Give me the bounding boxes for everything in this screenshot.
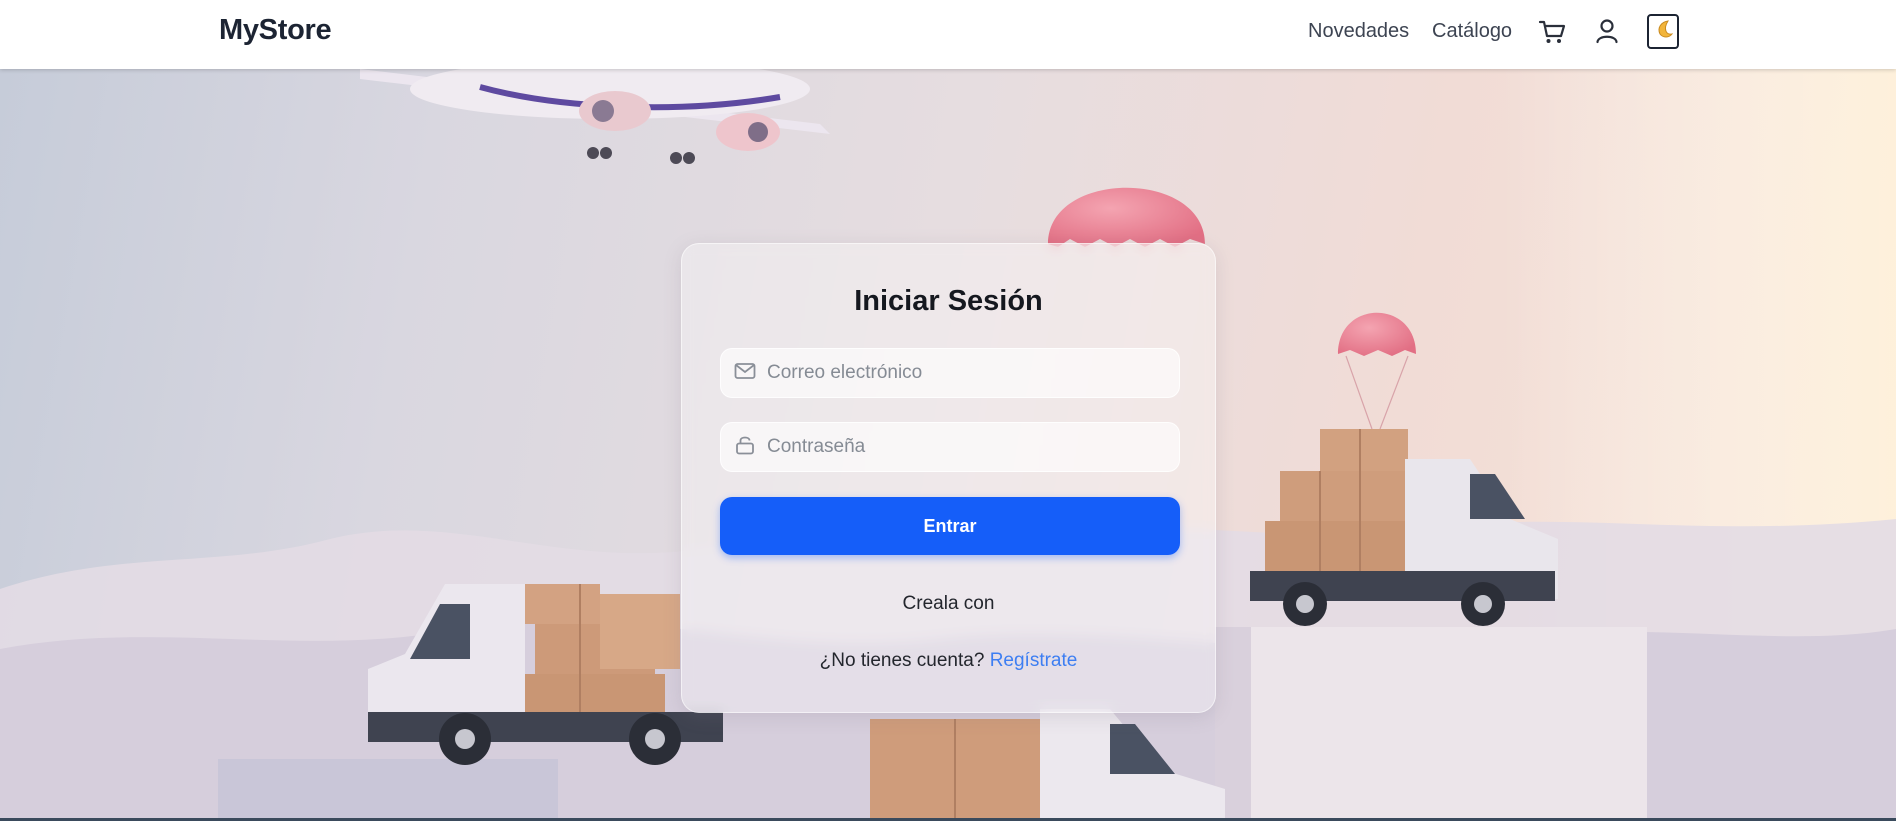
brand-logo[interactable]: MyStore [219, 14, 332, 47]
password-input[interactable] [767, 436, 1167, 458]
cart-icon[interactable] [1537, 15, 1567, 47]
register-link[interactable]: Regístrate [990, 650, 1078, 671]
password-field-wrapper[interactable] [720, 422, 1180, 472]
nav-link-catalogo[interactable]: Catálogo [1432, 20, 1512, 43]
lock-icon [733, 433, 757, 462]
social-login-text: Creala con [902, 593, 995, 614]
login-submit-button[interactable]: Entrar [720, 497, 1180, 555]
mail-icon [733, 359, 757, 388]
register-row: ¿No tienes cuenta? Regístrate [682, 650, 1215, 672]
moon-icon [1652, 18, 1674, 45]
login-title: Iniciar Sesión [854, 285, 1043, 317]
login-card: Iniciar Sesión Entrar Creala con ¿No tie… [681, 243, 1216, 713]
nav-link-novedades[interactable]: Novedades [1308, 20, 1409, 43]
email-input[interactable] [767, 362, 1167, 384]
user-icon[interactable] [1592, 15, 1622, 47]
register-prompt: ¿No tienes cuenta? [819, 650, 985, 671]
top-navbar: MyStore Novedades Catálogo [0, 0, 1896, 69]
email-field-wrapper[interactable] [720, 348, 1180, 398]
theme-toggle-button[interactable] [1647, 14, 1679, 49]
